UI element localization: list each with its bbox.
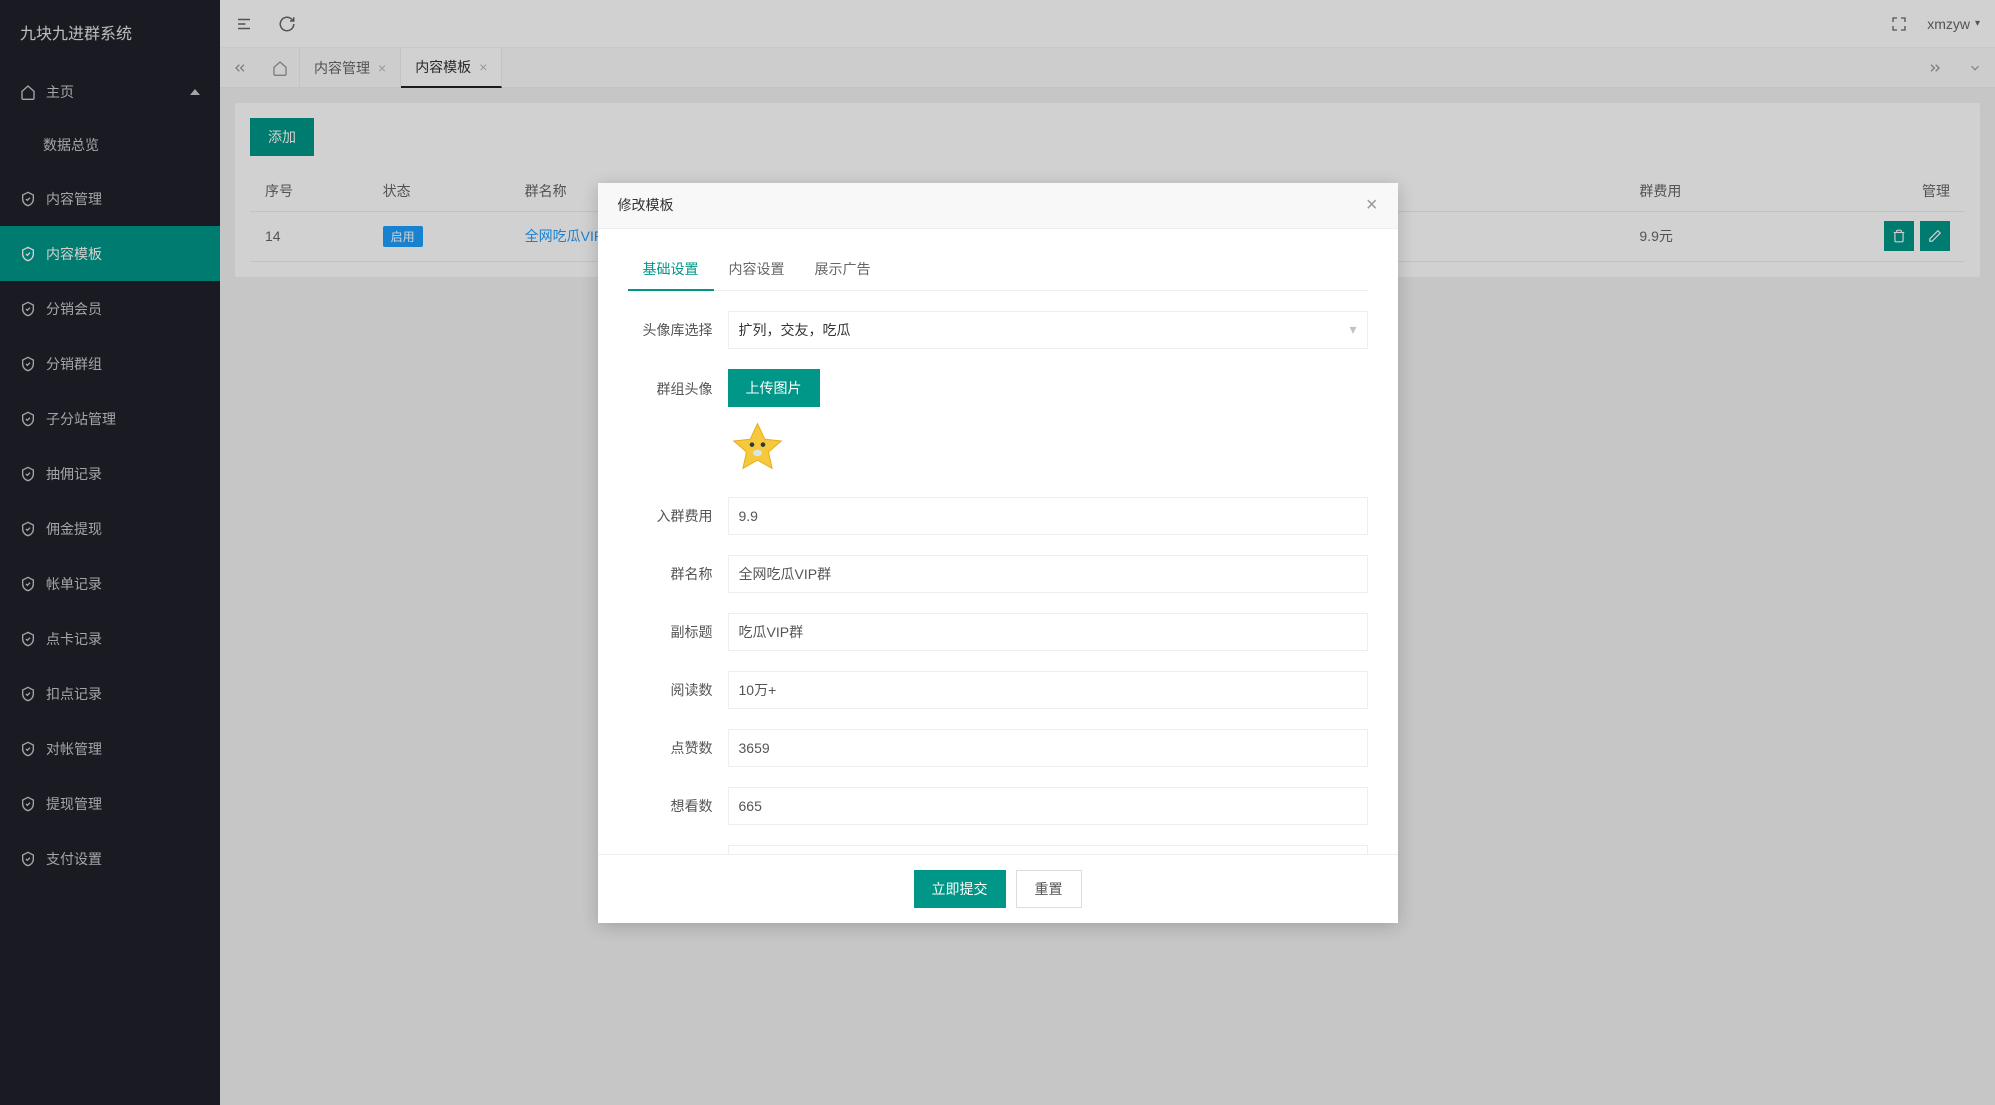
avatar-preview [728, 417, 788, 477]
modal-tab-content[interactable]: 内容设置 [714, 249, 800, 290]
chevron-down-icon: ▾ [1349, 321, 1356, 338]
modal-header: 修改模板 × [598, 183, 1398, 229]
modal-overlay: 修改模板 × 基础设置 内容设置 展示广告 头像库选择 扩列，交友，吃瓜 ▾ 群… [0, 0, 1995, 1105]
modal-tab-ad[interactable]: 展示广告 [800, 249, 886, 290]
label-want-count: 想看数 [628, 796, 728, 816]
want-count-input[interactable] [728, 787, 1368, 825]
modal-tabs: 基础设置 内容设置 展示广告 [628, 249, 1368, 291]
modal-tab-basic[interactable]: 基础设置 [628, 249, 714, 291]
select-value: 扩列，交友，吃瓜 [739, 320, 851, 340]
read-count-input[interactable] [728, 671, 1368, 709]
entry-fee-input[interactable] [728, 497, 1368, 535]
modal-title: 修改模板 [618, 195, 674, 215]
reset-button[interactable]: 重置 [1016, 870, 1082, 908]
button-name-input[interactable] [728, 845, 1368, 854]
modal-close-button[interactable]: × [1366, 194, 1378, 217]
label-avatar-source: 头像库选择 [628, 320, 728, 340]
modal-footer: 立即提交 重置 [598, 854, 1398, 923]
avatar-source-select[interactable]: 扩列，交友，吃瓜 ▾ [728, 311, 1368, 349]
label-entry-fee: 入群费用 [628, 506, 728, 526]
submit-button[interactable]: 立即提交 [914, 870, 1006, 908]
like-count-input[interactable] [728, 729, 1368, 767]
edit-template-modal: 修改模板 × 基础设置 内容设置 展示广告 头像库选择 扩列，交友，吃瓜 ▾ 群… [598, 183, 1398, 923]
label-group-name: 群名称 [628, 564, 728, 584]
label-like-count: 点赞数 [628, 738, 728, 758]
group-name-input[interactable] [728, 555, 1368, 593]
label-read-count: 阅读数 [628, 680, 728, 700]
label-group-avatar: 群组头像 [628, 369, 728, 399]
subtitle-input[interactable] [728, 613, 1368, 651]
label-subtitle: 副标题 [628, 622, 728, 642]
upload-image-button[interactable]: 上传图片 [728, 369, 820, 407]
